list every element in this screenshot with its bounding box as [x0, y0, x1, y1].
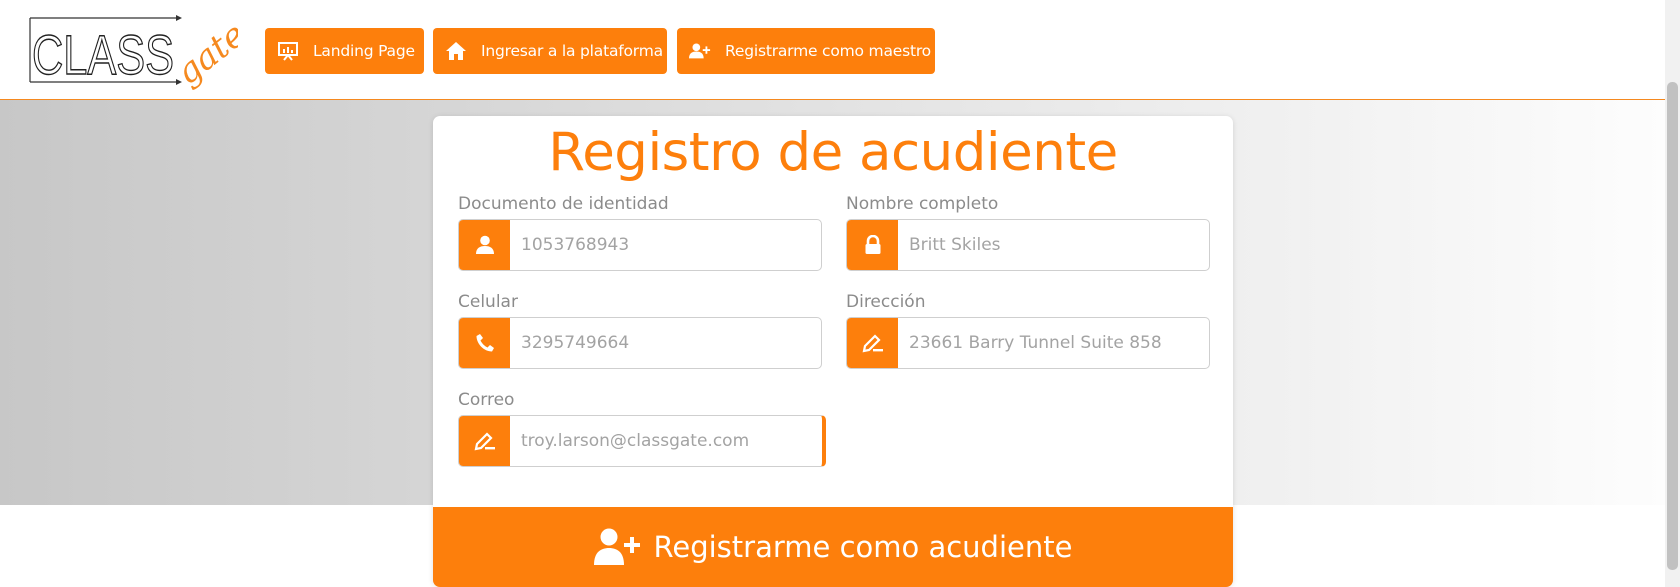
page-scrollbar[interactable] — [1665, 0, 1680, 587]
landing-page-button[interactable]: Landing Page — [265, 28, 424, 74]
pen-icon — [847, 318, 898, 368]
lock-icon — [847, 220, 898, 270]
phone-field — [458, 317, 822, 369]
email-field — [458, 415, 826, 467]
phone-icon — [459, 318, 510, 368]
full-name-field — [846, 219, 1210, 271]
full-name-input[interactable] — [898, 220, 1209, 270]
document-label: Documento de identidad — [458, 194, 669, 214]
user-plus-icon — [689, 40, 711, 62]
phone-label: Celular — [458, 292, 518, 312]
user-plus-icon — [593, 527, 642, 567]
document-field — [458, 219, 822, 271]
classgate-logo[interactable]: CLASS gate — [28, 10, 253, 93]
user-icon — [459, 220, 510, 270]
address-label: Dirección — [846, 292, 926, 312]
register-guardian-label: Registrarme como acudiente — [653, 530, 1073, 564]
address-field — [846, 317, 1210, 369]
document-input[interactable] — [510, 220, 821, 270]
register-guardian-button[interactable]: Registrarme como acudiente — [433, 507, 1233, 587]
logo-text-gate: gate — [169, 15, 238, 90]
login-platform-button[interactable]: Ingresar a la plataforma — [433, 28, 667, 74]
top-header: CLASS gate Landing Page Ingresar a la pl… — [0, 0, 1665, 100]
login-platform-label: Ingresar a la plataforma — [481, 42, 663, 60]
full-name-label: Nombre completo — [846, 194, 999, 214]
presentation-icon — [277, 40, 299, 62]
register-teacher-label: Registrarme como maestro — [725, 42, 931, 60]
address-input[interactable] — [898, 318, 1209, 368]
logo-text-class: CLASS — [32, 23, 174, 86]
register-teacher-button[interactable]: Registrarme como maestro — [677, 28, 935, 74]
home-icon — [445, 40, 467, 62]
email-label: Correo — [458, 390, 515, 410]
form-title: Registro de acudiente — [548, 122, 1118, 183]
pen-icon — [459, 416, 510, 466]
email-input[interactable] — [510, 416, 822, 466]
phone-input[interactable] — [510, 318, 821, 368]
landing-page-label: Landing Page — [313, 42, 415, 60]
scrollbar-thumb[interactable] — [1667, 82, 1678, 570]
